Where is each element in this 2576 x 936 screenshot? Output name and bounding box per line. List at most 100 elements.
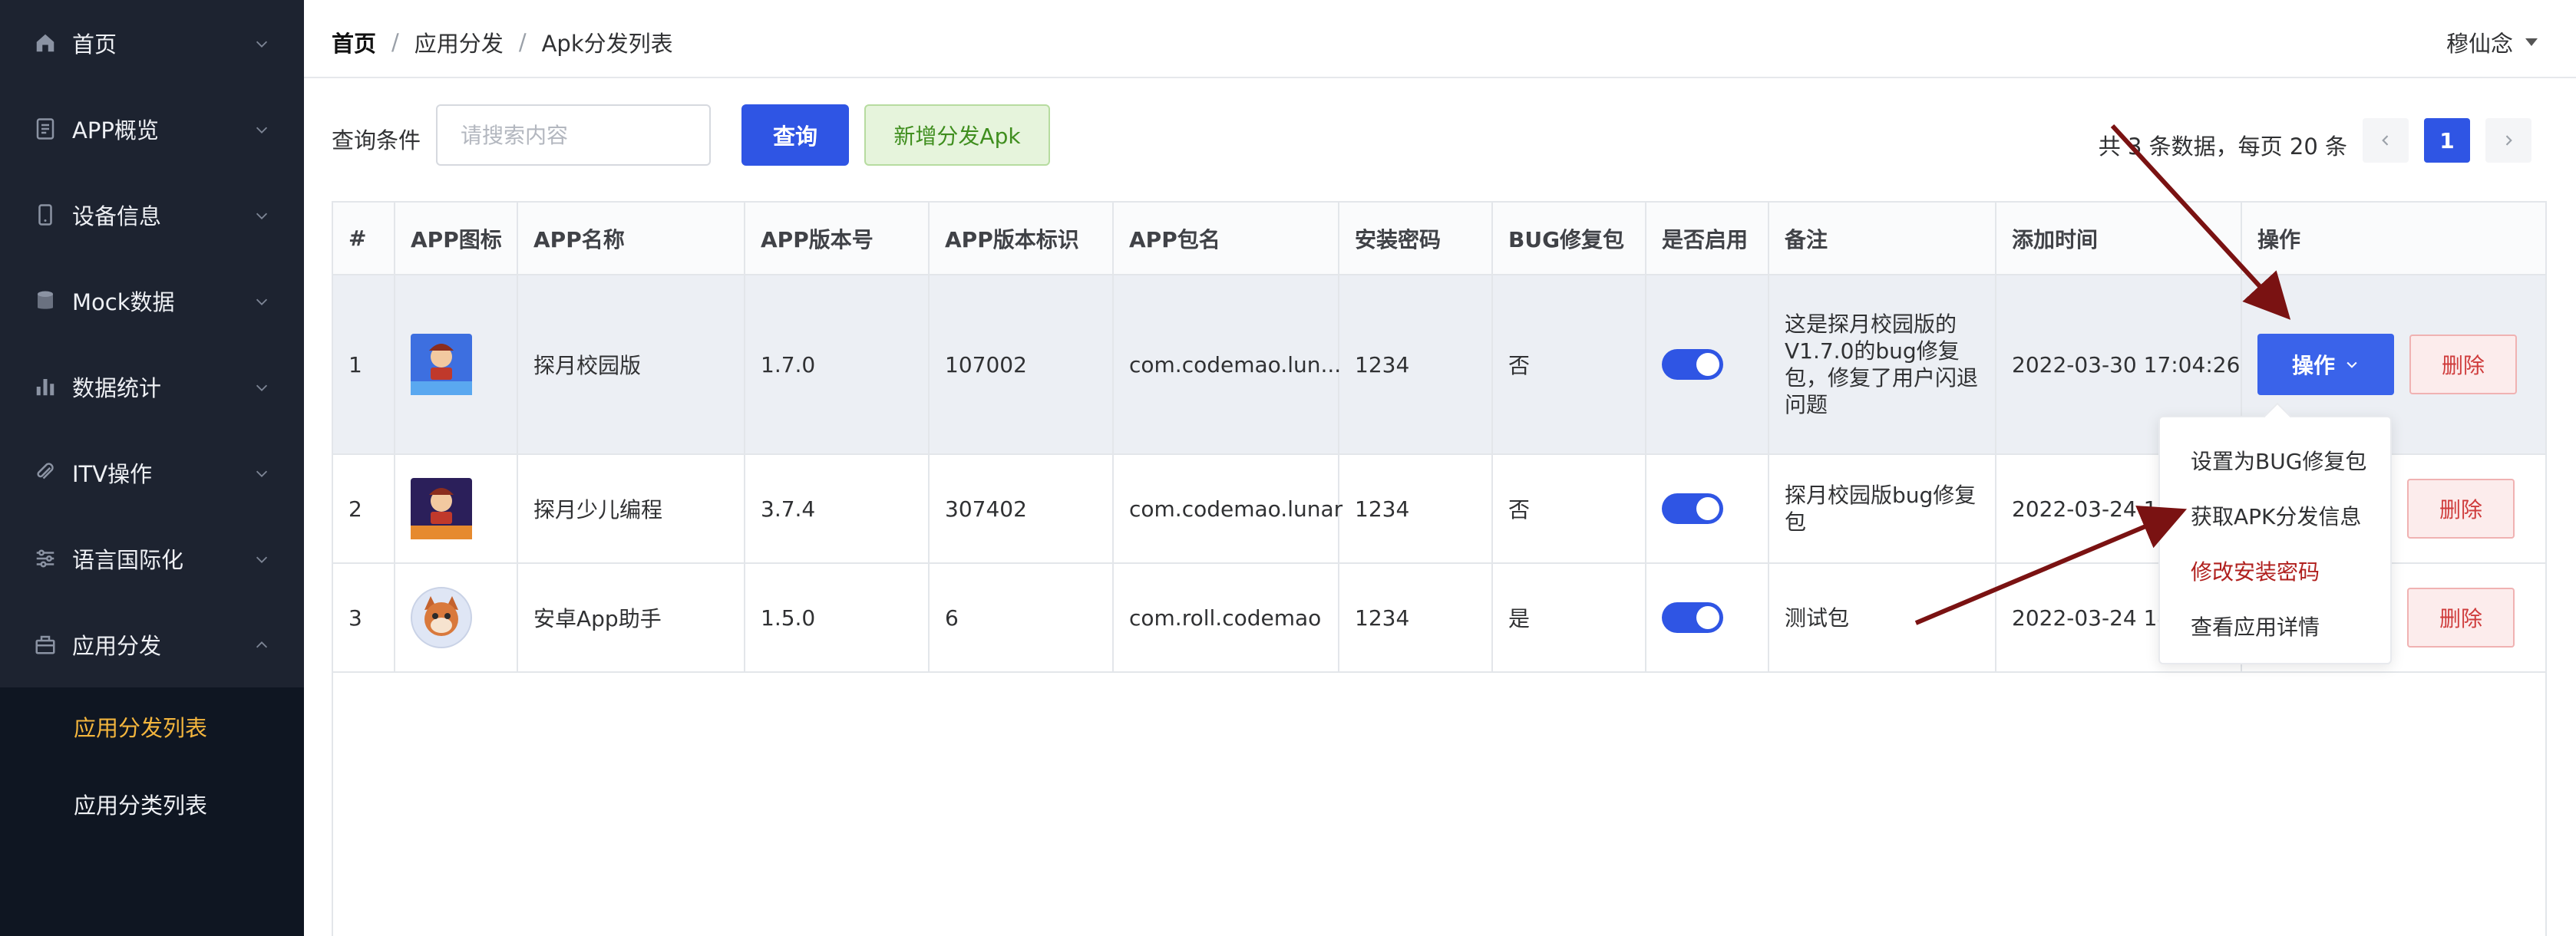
document-icon — [34, 117, 57, 140]
cell-password: 1234 — [1339, 275, 1493, 455]
operation-dropdown-menu: 设置为BUG修复包 获取APK分发信息 修改安装密码 查看应用详情 — [2158, 416, 2392, 664]
column-header: 安装密码 — [1339, 203, 1493, 275]
cell-bugfix: 否 — [1492, 275, 1646, 455]
delete-button[interactable]: 删除 — [2407, 588, 2515, 648]
enable-toggle[interactable] — [1662, 602, 1723, 633]
cell-app-name: 探月校园版 — [517, 275, 745, 455]
sidebar: 首页 APP概览 设备信息 Mock数据 数据统计 ITV操作 语言国际化 应用… — [0, 0, 304, 936]
cell-version-code: 107002 — [929, 275, 1114, 455]
sidebar-item-i18n[interactable]: 语言国际化 — [0, 516, 304, 601]
sidebar-item-statistics[interactable]: 数据统计 — [0, 344, 304, 430]
cell-icon — [395, 454, 518, 564]
table-header-row: # APP图标 APP名称 APP版本号 APP版本标识 APP包名 安装密码 … — [333, 203, 2545, 275]
sidebar-item-label: ITV操作 — [72, 461, 153, 487]
caret-down-icon — [2525, 38, 2538, 46]
sidebar-item-label: 首页 — [72, 31, 117, 58]
cell-version-code: 307402 — [929, 454, 1114, 564]
column-header: BUG修复包 — [1492, 203, 1646, 275]
cell-app-name: 安卓App助手 — [517, 563, 745, 673]
column-header: 添加时间 — [1996, 203, 2242, 275]
cell-version: 1.5.0 — [745, 563, 930, 673]
delete-button[interactable]: 删除 — [2407, 479, 2515, 539]
menu-item-change-password[interactable]: 修改安装密码 — [2160, 543, 2390, 598]
menu-item-view-details[interactable]: 查看应用详情 — [2160, 598, 2390, 654]
chevron-right-icon — [2505, 135, 2512, 146]
sidebar-item-app-distribution[interactable]: 应用分发 — [0, 601, 304, 687]
sidebar-item-itv[interactable]: ITV操作 — [0, 430, 304, 516]
chevron-down-icon — [256, 556, 268, 563]
search-input[interactable] — [436, 104, 711, 166]
breadcrumb-separator: / — [391, 29, 399, 55]
add-apk-button[interactable]: 新增分发Apk — [864, 104, 1050, 166]
app-icon-tanyue-coding — [411, 478, 472, 539]
query-button[interactable]: 查询 — [741, 104, 849, 166]
sidebar-item-app-overview[interactable]: APP概览 — [0, 86, 304, 172]
chevron-down-icon — [256, 470, 268, 477]
menu-item-set-bugfix[interactable]: 设置为BUG修复包 — [2160, 433, 2390, 488]
column-header: 备注 — [1769, 203, 1996, 275]
cell-index: 1 — [333, 275, 395, 455]
operation-button-label: 操作 — [2291, 353, 2335, 378]
cell-package: com.codemao.lun... — [1113, 275, 1341, 455]
submenu-app-distribution: 应用分发列表 应用分类列表 — [0, 687, 304, 842]
bar-chart-icon — [34, 375, 57, 398]
breadcrumb-home[interactable]: 首页 — [332, 26, 376, 58]
chevron-down-icon — [256, 298, 268, 305]
sidebar-item-mock-data[interactable]: Mock数据 — [0, 258, 304, 344]
cell-package: com.roll.codemao — [1113, 563, 1339, 673]
page-number-current[interactable]: 1 — [2424, 118, 2470, 163]
enable-toggle[interactable] — [1662, 349, 1723, 380]
cell-bugfix: 否 — [1492, 454, 1646, 564]
chevron-down-icon — [256, 213, 268, 219]
cell-index: 3 — [333, 563, 395, 673]
delete-button[interactable]: 删除 — [2409, 335, 2517, 394]
breadcrumb-separator: / — [518, 29, 527, 55]
cell-note: 这是探月校园版的V1.7.0的bug修复包，修复了用户闪退问题 — [1769, 275, 1996, 455]
chevron-down-icon — [256, 41, 268, 48]
cell-version: 3.7.4 — [745, 454, 930, 564]
cell-enabled — [1646, 275, 1769, 455]
cell-enabled — [1646, 563, 1769, 673]
sidebar-item-label: 语言国际化 — [72, 547, 184, 573]
cell-version-code: 6 — [929, 563, 1114, 673]
package-icon — [34, 633, 57, 656]
submenu-item-category-list[interactable]: 应用分类列表 — [0, 765, 304, 842]
app-icon-tanyue-campus — [411, 334, 472, 395]
chevron-up-icon — [256, 641, 268, 648]
top-header: 首页 / 应用分发 / Apk分发列表 穆仙念 — [304, 0, 2576, 78]
cell-index: 2 — [333, 454, 395, 564]
cell-note: 测试包 — [1769, 563, 1996, 673]
breadcrumb-app-distribution[interactable]: 应用分发 — [414, 26, 504, 58]
operation-dropdown-button[interactable]: 操作 — [2257, 334, 2394, 395]
user-name: 穆仙念 — [2446, 31, 2513, 57]
cell-note: 探月校园版bug修复包 — [1769, 454, 1996, 564]
database-icon — [34, 289, 57, 312]
submenu-item-apk-list[interactable]: 应用分发列表 — [0, 687, 304, 765]
sidebar-item-home[interactable]: 首页 — [0, 0, 304, 86]
menu-item-get-apk-info[interactable]: 获取APK分发信息 — [2160, 488, 2390, 543]
query-label: 查询条件 — [332, 127, 421, 153]
paperclip-icon — [34, 461, 57, 484]
column-header: APP图标 — [395, 203, 518, 275]
breadcrumb: 首页 / 应用分发 / Apk分发列表 — [332, 26, 673, 58]
sidebar-item-label: APP概览 — [72, 117, 159, 143]
user-menu[interactable]: 穆仙念 — [2446, 26, 2538, 58]
column-header: # — [333, 203, 395, 275]
home-icon — [34, 31, 57, 54]
app-icon-android-helper — [411, 587, 472, 648]
cell-password: 1234 — [1339, 563, 1493, 673]
cell-package: com.codemao.lunar — [1113, 454, 1342, 564]
cell-password: 1234 — [1339, 454, 1493, 564]
phone-icon — [34, 203, 57, 226]
sidebar-item-label: 数据统计 — [72, 375, 162, 401]
prev-page-button[interactable] — [2363, 118, 2409, 163]
sidebar-item-label: 设备信息 — [72, 203, 162, 229]
next-page-button[interactable] — [2485, 118, 2531, 163]
sidebar-item-label: Mock数据 — [72, 289, 175, 315]
cell-bugfix: 是 — [1492, 563, 1646, 673]
column-header: 操作 — [2241, 203, 2545, 275]
enable-toggle[interactable] — [1662, 493, 1723, 524]
chevron-down-icon — [256, 384, 268, 391]
breadcrumb-apk-list: Apk分发列表 — [541, 31, 673, 57]
sidebar-item-device-info[interactable]: 设备信息 — [0, 172, 304, 258]
